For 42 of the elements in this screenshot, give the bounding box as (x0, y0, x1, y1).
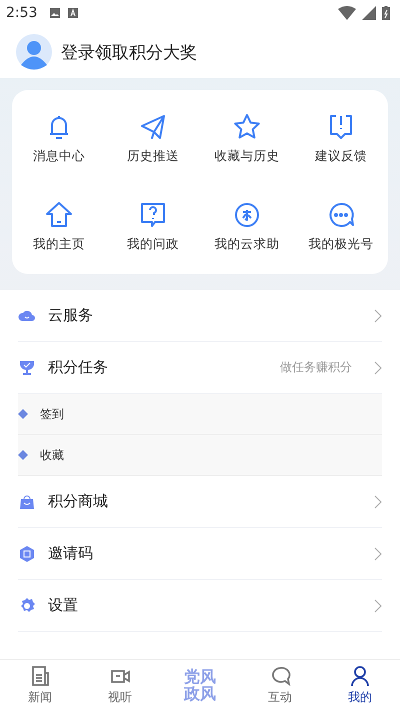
sub-item[interactable]: 签到 (40, 406, 64, 422)
chat-bubble-icon (269, 665, 291, 687)
chevron-right-icon (374, 308, 382, 322)
star-icon (232, 112, 262, 142)
nav-tab[interactable]: 我的 (320, 660, 400, 711)
battery-icon (382, 6, 390, 20)
diamond-icon (18, 450, 28, 460)
chevron-right-icon (374, 598, 382, 612)
home-icon (44, 200, 74, 230)
menu-hint: 做任务赚积分 (280, 359, 352, 376)
menu-item[interactable]: 设置 (18, 580, 382, 632)
text-icon (67, 7, 80, 19)
menu-item[interactable]: 云服务 (18, 290, 382, 342)
shortcut-item[interactable]: 建议反馈 (294, 94, 388, 182)
newspaper-icon (29, 665, 51, 687)
status-time: 2:53 (6, 5, 38, 21)
shortcut-item[interactable]: 历史推送 (106, 94, 200, 182)
image-icon (49, 7, 62, 19)
shortcut-item[interactable]: 我的极光号 (294, 182, 388, 270)
chevron-right-icon (374, 360, 382, 374)
hexagon-icon (18, 544, 36, 562)
chevron-right-icon (374, 494, 382, 508)
menu-item[interactable]: 邀请码 (18, 528, 382, 580)
login-title[interactable]: 登录领取积分大奖 (61, 40, 197, 64)
nav-tab[interactable]: 视听 (80, 660, 160, 711)
shopping-bag-icon (18, 492, 36, 510)
signal-icon (362, 6, 376, 20)
shortcut-item[interactable]: 消息中心 (12, 94, 106, 182)
shortcut-item[interactable]: 我的问政 (106, 182, 200, 270)
shortcut-item[interactable]: 收藏与历史 (200, 94, 294, 182)
shortcut-item[interactable]: 我的主页 (12, 182, 106, 270)
shortcut-item[interactable]: 我的云求助 (200, 182, 294, 270)
diamond-icon (18, 409, 28, 419)
avatar-icon[interactable] (16, 34, 52, 70)
chevron-right-icon (374, 546, 382, 560)
wifi-icon (338, 6, 356, 20)
sub-item[interactable]: 收藏 (40, 446, 64, 464)
trophy-icon (18, 358, 36, 376)
user-icon (349, 665, 371, 687)
nav-tab[interactable]: 新闻 (0, 660, 80, 711)
nav-tab[interactable]: 互动 (240, 660, 320, 711)
menu-item[interactable]: 积分商城 (18, 476, 382, 528)
